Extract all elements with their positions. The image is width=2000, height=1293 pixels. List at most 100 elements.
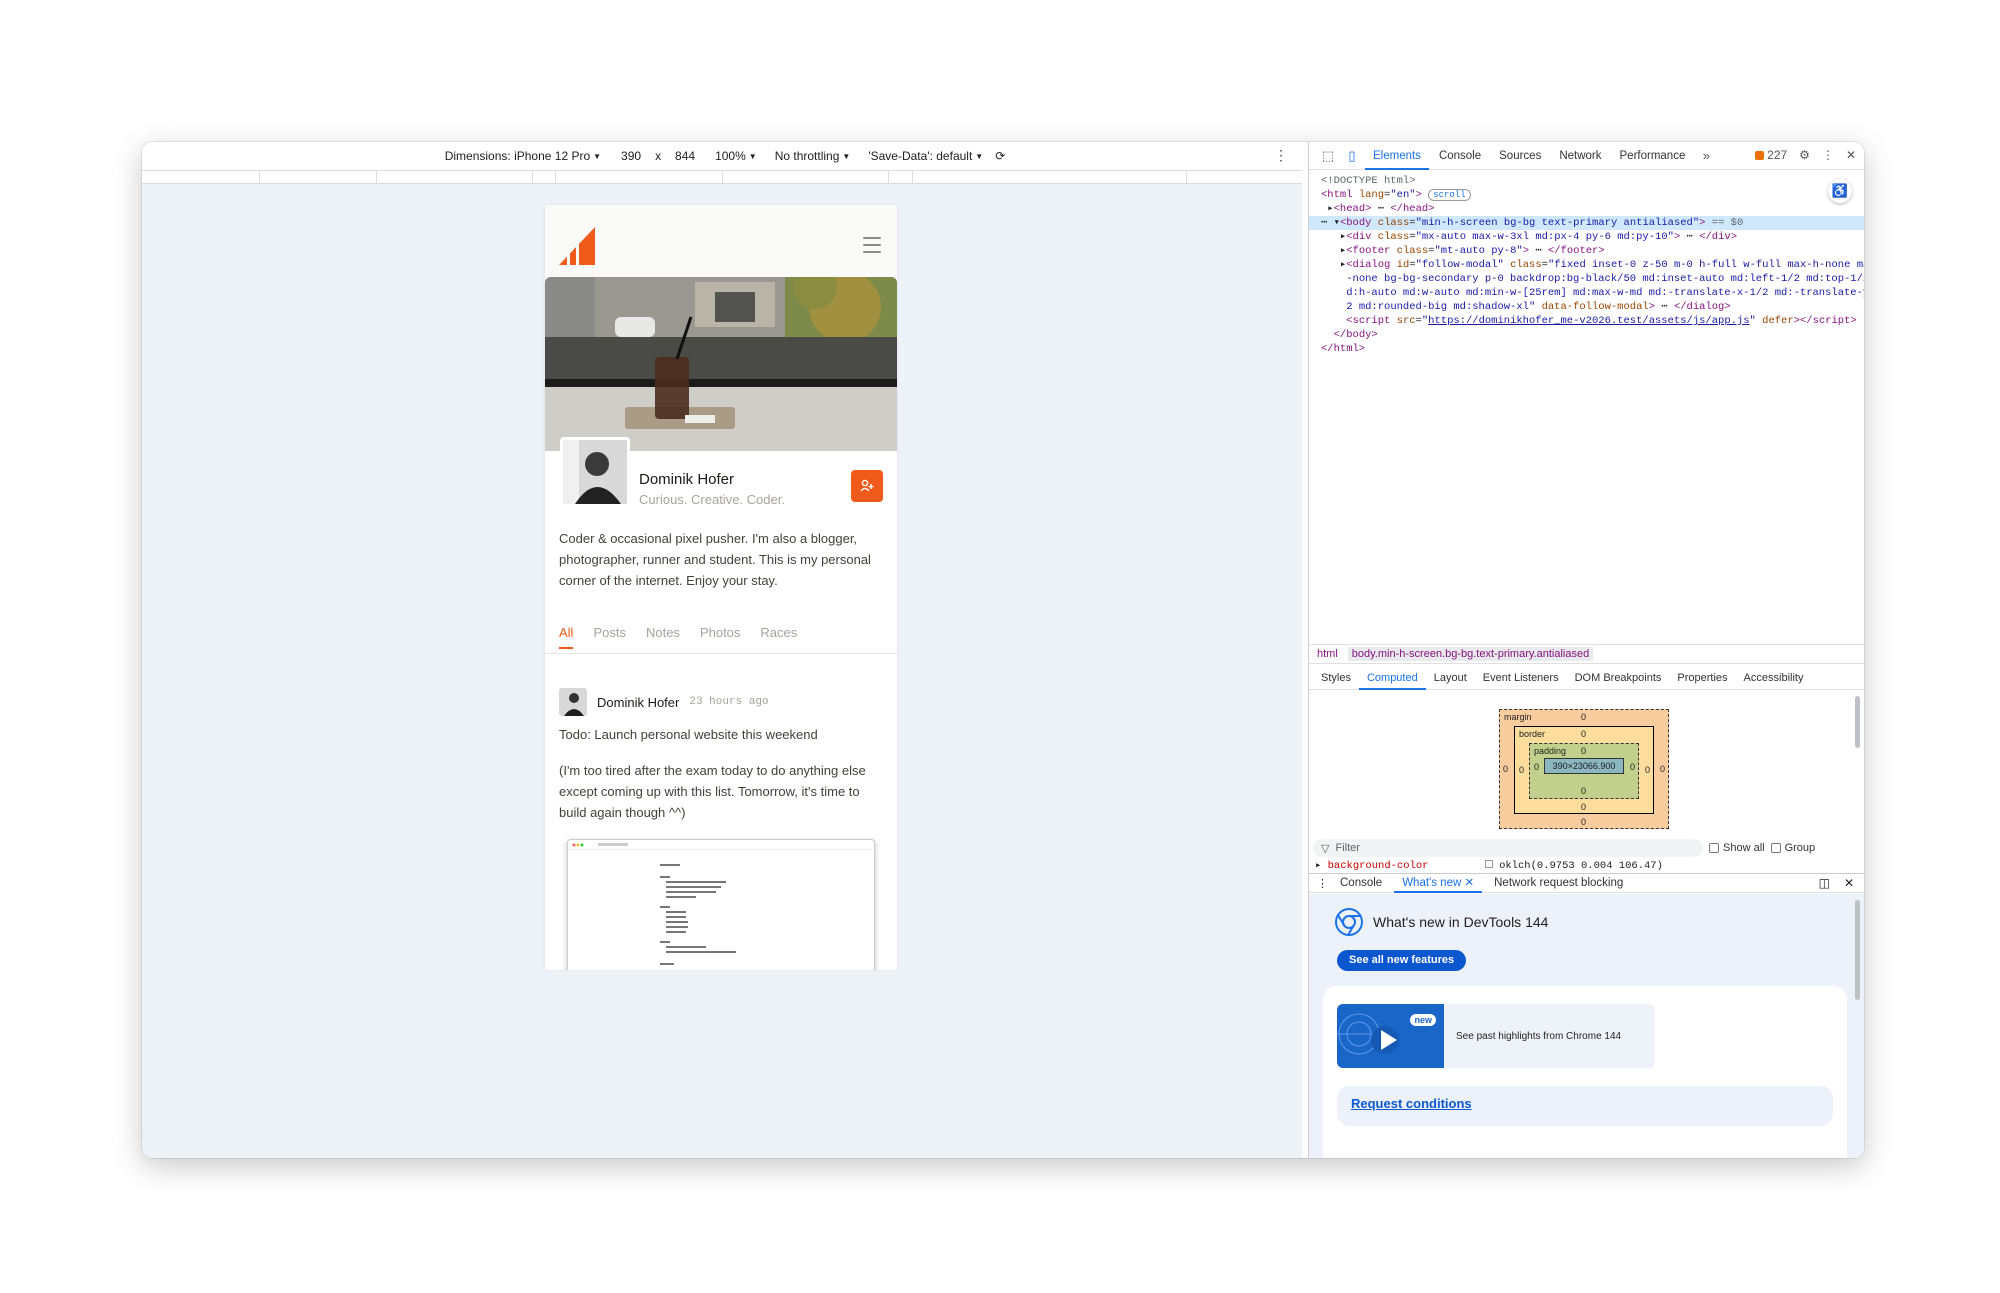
tab-sources[interactable]: Sources xyxy=(1491,142,1549,170)
drawer-tab-network-blocking[interactable]: Network request blocking xyxy=(1486,873,1631,893)
add-user-icon xyxy=(860,479,874,492)
tab-styles[interactable]: Styles xyxy=(1313,666,1359,690)
tab-console[interactable]: Console xyxy=(1431,142,1489,170)
height-input[interactable]: 844 xyxy=(667,149,703,163)
request-conditions-link[interactable]: Request conditions xyxy=(1337,1086,1833,1126)
inspect-element-icon[interactable]: ⬚ xyxy=(1317,148,1339,164)
tab-event-listeners[interactable]: Event Listeners xyxy=(1475,666,1567,690)
script-node[interactable]: <script src="https://dominikhofer_me-v20… xyxy=(1321,314,1864,328)
settings-gear-icon[interactable]: ⚙ xyxy=(1799,148,1810,162)
drawer-scrollbar[interactable] xyxy=(1855,900,1860,1000)
device-toggle-icon[interactable]: ▯ xyxy=(1341,148,1363,164)
see-all-features-button[interactable]: See all new features xyxy=(1337,950,1467,971)
tab-layout[interactable]: Layout xyxy=(1426,666,1475,690)
content-box[interactable]: 390×23066.900 xyxy=(1544,758,1624,774)
dialog-node[interactable]: ▸<dialog id="follow-modal" class="fixed … xyxy=(1321,258,1864,272)
dialog-node-cont: d:h-auto md:w-auto md:min-w-[25rem] md:m… xyxy=(1346,287,1864,299)
margin-top: 0 xyxy=(1581,712,1587,722)
more-tabs-icon[interactable]: » xyxy=(1695,148,1717,163)
whats-new-label: What's new xyxy=(1402,877,1462,889)
video-text: See past highlights from Chrome 144 xyxy=(1456,1030,1622,1042)
padding-label: padding xyxy=(1534,746,1567,756)
tab-computed[interactable]: Computed xyxy=(1358,666,1426,690)
devtools-toolbar: ⬚ ▯ Elements Console Sources Network Per… xyxy=(1309,142,1864,170)
viewport-area: Dimensions: iPhone 12 Pro ▼ 390 x 844 100… xyxy=(142,142,1302,1158)
tab-notes[interactable]: Notes xyxy=(646,625,680,640)
throttling-select[interactable]: No throttling ▼ xyxy=(775,149,851,163)
drawer-tab-whats-new[interactable]: What's new ✕ xyxy=(1394,873,1483,893)
drawer-tab-console[interactable]: Console xyxy=(1332,873,1390,893)
html-node[interactable]: <html lang="en"> scroll xyxy=(1321,188,1864,202)
body-node-selected[interactable]: ⋯ ▾<body class="min-h-screen bg-bg text-… xyxy=(1309,216,1864,230)
whats-new-header: What's new in DevTools 144 xyxy=(1335,908,1548,936)
border-top: 0 xyxy=(1581,729,1587,739)
tab-races[interactable]: Races xyxy=(760,625,797,640)
scroll-badge[interactable]: scroll xyxy=(1428,189,1471,201)
more-options-icon[interactable]: ⋮ xyxy=(1822,148,1834,162)
color-swatch[interactable] xyxy=(1484,860,1493,868)
tab-all[interactable]: All xyxy=(559,625,574,649)
site-logo[interactable] xyxy=(559,227,595,265)
tab-dom-breakpoints[interactable]: DOM Breakpoints xyxy=(1567,666,1670,690)
tab-network[interactable]: Network xyxy=(1551,142,1609,170)
more-options-icon[interactable]: ⋮ xyxy=(1274,147,1288,164)
issues-count: 227 xyxy=(1767,148,1788,162)
content-tabs: All Posts Notes Photos Races xyxy=(559,625,797,649)
tab-properties[interactable]: Properties xyxy=(1669,666,1735,690)
device-select[interactable]: Dimensions: iPhone 12 Pro ▼ xyxy=(445,149,601,163)
computed-scrollbar[interactable] xyxy=(1855,696,1860,748)
rotate-icon[interactable]: ⟳ xyxy=(995,149,1005,163)
media-query-ruler[interactable] xyxy=(142,170,1302,184)
accessibility-icon[interactable]: ♿ xyxy=(1828,179,1852,203)
close-icon[interactable]: ✕ xyxy=(1846,148,1856,162)
padding-left: 0 xyxy=(1534,762,1540,772)
ruler-mark xyxy=(912,171,913,183)
post-line-1: Todo: Launch personal website this weeke… xyxy=(559,727,818,742)
post-avatar xyxy=(559,688,587,716)
close-drawer-icon[interactable]: ✕ xyxy=(1844,876,1854,890)
device-label: Dimensions: iPhone 12 Pro xyxy=(444,149,591,163)
issues-counter[interactable]: 227 xyxy=(1755,148,1787,162)
follow-button[interactable] xyxy=(851,470,883,502)
post-line-2: (I'm too tired after the exam today to d… xyxy=(559,763,866,820)
ruler-mark xyxy=(259,171,260,183)
script-src-link[interactable]: https://dominikhofer_me-v2026.test/asset… xyxy=(1428,315,1749,327)
width-input[interactable]: 390 xyxy=(613,149,649,163)
computed-property-row[interactable]: ▸ background-color oklch(0.9753 0.004 10… xyxy=(1315,859,1663,872)
property-value: oklch(0.9753 0.004 106.47) xyxy=(1499,860,1663,872)
post-time[interactable]: 23 hours ago xyxy=(689,696,768,708)
div-node[interactable]: ▸<div class="mx-auto max-w-3xl md:px-4 p… xyxy=(1321,230,1864,244)
drawer-tabs: ⋮ Console What's new ✕ Network request b… xyxy=(1309,873,1864,893)
footer-node[interactable]: ▸<footer class="mt-auto py-8"> ⋯ </foote… xyxy=(1321,244,1864,258)
group-checkbox[interactable]: Group xyxy=(1770,842,1815,854)
tab-performance[interactable]: Performance xyxy=(1612,142,1694,170)
chevron-down-icon: ▼ xyxy=(975,151,984,161)
breadcrumb-body[interactable]: body.min-h-screen.bg-bg.text-primary.ant… xyxy=(1347,647,1594,661)
profile-bio: Coder & occasional pixel pusher. I'm als… xyxy=(559,531,871,588)
post-image[interactable] xyxy=(567,839,875,970)
tab-elements[interactable]: Elements xyxy=(1365,142,1429,170)
border-label: border xyxy=(1519,729,1546,739)
margin-left: 0 xyxy=(1503,764,1509,774)
breadcrumb-html[interactable]: html xyxy=(1313,647,1342,661)
head-node[interactable]: ▸<head> ⋯ </head> xyxy=(1321,202,1864,216)
tab-photos[interactable]: Photos xyxy=(700,625,740,640)
post-author[interactable]: Dominik Hofer xyxy=(597,695,679,710)
drawer-menu-icon[interactable]: ⋮ xyxy=(1317,877,1328,890)
show-all-checkbox[interactable]: Show all xyxy=(1709,842,1765,854)
filter-input[interactable]: ▽ Filter xyxy=(1313,839,1703,857)
dialog-node-cont: 2 md:rounded-big md:shadow-xl" data-foll… xyxy=(1346,301,1731,313)
save-data-select[interactable]: 'Save-Data': default ▼ xyxy=(868,149,983,163)
tab-accessibility[interactable]: Accessibility xyxy=(1736,666,1812,690)
filter-icon: ▽ xyxy=(1321,842,1330,855)
zoom-select[interactable]: 100% ▼ xyxy=(715,149,757,163)
menu-icon[interactable] xyxy=(863,237,881,258)
ruler-mark xyxy=(1186,171,1187,183)
margin-bottom: 0 xyxy=(1581,817,1587,827)
dock-icon[interactable]: ◫ xyxy=(1819,876,1830,890)
close-icon[interactable]: ✕ xyxy=(1464,877,1474,889)
video-highlight[interactable]: new See past highlights from Chrome 144 xyxy=(1337,1004,1655,1068)
tab-posts[interactable]: Posts xyxy=(593,625,626,640)
filter-placeholder: Filter xyxy=(1335,842,1360,854)
ruler-mark xyxy=(555,171,556,183)
